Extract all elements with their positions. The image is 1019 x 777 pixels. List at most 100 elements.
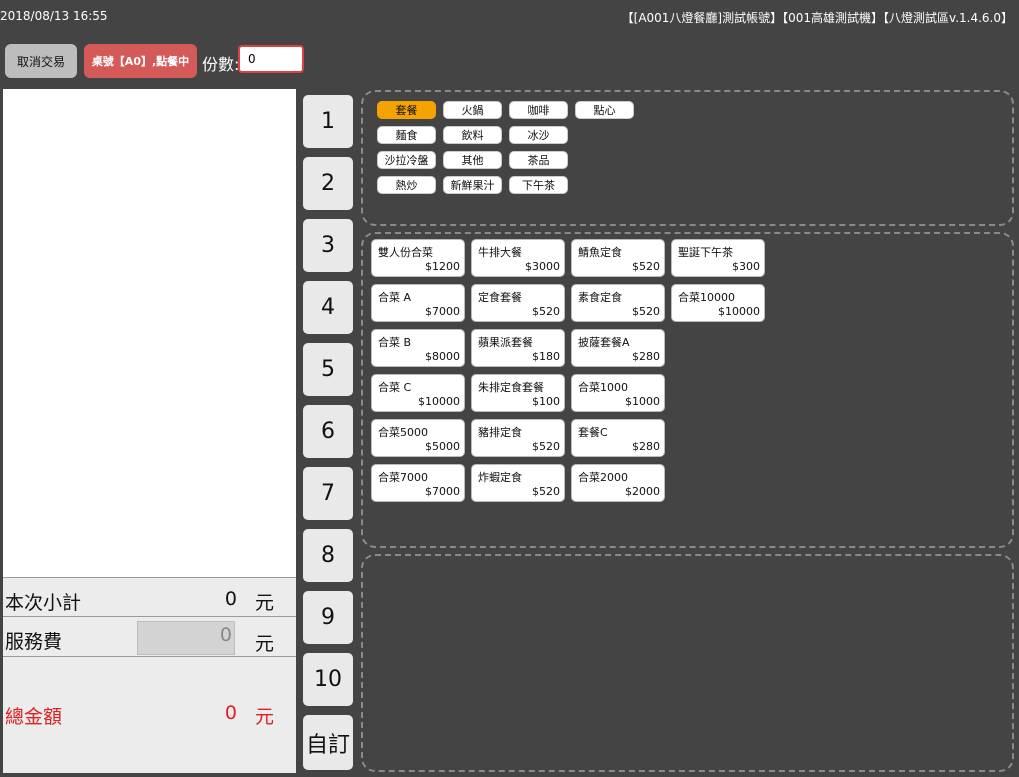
cancel-transaction-button[interactable]: 取消交易 — [5, 44, 77, 78]
menu-item-card[interactable]: 朱排定食套餐 $100 — [471, 374, 565, 412]
menu-item-card[interactable]: 合菜1000 $1000 — [571, 374, 665, 412]
service-fee-label: 服務費 — [5, 631, 63, 653]
menu-item-name: 朱排定食套餐 — [478, 381, 544, 394]
quantity-label: 份數: — [202, 55, 240, 74]
category-button-6[interactable]: 冰沙 — [509, 126, 568, 144]
menu-item-card[interactable]: 鯖魚定食 $520 — [571, 239, 665, 277]
number-button-3[interactable]: 3 — [303, 219, 353, 272]
menu-item-card[interactable]: 牛排大餐 $3000 — [471, 239, 565, 277]
menu-item-card[interactable]: 炸蝦定食 $520 — [471, 464, 565, 502]
menu-item-card[interactable]: 合菜 B $8000 — [371, 329, 465, 367]
category-button-9[interactable]: 茶品 — [509, 151, 568, 169]
total-value: 0 — [224, 702, 237, 724]
menu-item-price: $7000 — [425, 485, 460, 498]
menu-item-card[interactable]: 定食套餐 $520 — [471, 284, 565, 322]
menu-item-name: 雙人份合菜 — [378, 246, 433, 259]
table-status-button[interactable]: 桌號【A0】,點餐中 — [84, 44, 197, 78]
service-fee-input[interactable]: 0 — [137, 621, 235, 655]
category-button-12[interactable]: 下午茶 — [509, 176, 568, 194]
service-fee-unit: 元 — [255, 633, 275, 655]
category-button-8[interactable]: 其他 — [443, 151, 502, 169]
menu-item-name: 合菜5000 — [378, 426, 428, 439]
menu-item-price: $10000 — [418, 395, 460, 408]
menu-item-name: 合菜 B — [378, 336, 412, 349]
menu-item-card[interactable]: 套餐C $280 — [571, 419, 665, 457]
menu-item-price: $520 — [632, 260, 660, 273]
number-button-5[interactable]: 5 — [303, 343, 353, 396]
menu-item-card[interactable]: 合菜5000 $5000 — [371, 419, 465, 457]
menu-item-name: 蘋果派套餐 — [478, 336, 533, 349]
number-button-8[interactable]: 8 — [303, 529, 353, 582]
menu-item-name: 牛排大餐 — [478, 246, 522, 259]
menu-item-price: $1000 — [625, 395, 660, 408]
menu-item-name: 炸蝦定食 — [478, 471, 522, 484]
menu-item-price: $7000 — [425, 305, 460, 318]
menu-item-name: 合菜 C — [378, 381, 412, 394]
category-button-5[interactable]: 飲料 — [443, 126, 502, 144]
menu-item-name: 合菜 A — [378, 291, 412, 304]
category-button-10[interactable]: 熱炒 — [377, 176, 436, 194]
menu-item-price: $300 — [732, 260, 760, 273]
subtotal-unit: 元 — [255, 592, 275, 614]
number-button-4[interactable]: 4 — [303, 281, 353, 334]
menu-item-name: 披薩套餐A — [578, 336, 630, 349]
custom-number-button[interactable]: 自訂 — [303, 715, 353, 770]
category-button-4[interactable]: 麵食 — [377, 126, 436, 144]
menu-item-card[interactable]: 合菜 C $10000 — [371, 374, 465, 412]
menu-item-price: $520 — [532, 485, 560, 498]
menu-item-card[interactable]: 聖誕下午茶 $300 — [671, 239, 765, 277]
menu-item-price: $520 — [532, 440, 560, 453]
category-button-11[interactable]: 新鮮果汁 — [443, 176, 502, 194]
menu-item-price: $5000 — [425, 440, 460, 453]
menu-item-price: $520 — [532, 305, 560, 318]
total-unit: 元 — [255, 706, 275, 728]
category-button-7[interactable]: 沙拉冷盤 — [377, 151, 436, 169]
menu-item-name: 合菜1000 — [578, 381, 628, 394]
datetime: 2018/08/13 16:55 — [0, 9, 108, 23]
menu-item-price: $180 — [532, 350, 560, 363]
menu-item-price: $10000 — [718, 305, 760, 318]
category-button-1[interactable]: 火鍋 — [443, 101, 502, 119]
service-fee-row: 服務費 0 元 — [3, 616, 296, 656]
number-button-10[interactable]: 10 — [303, 653, 353, 706]
order-list[interactable] — [3, 89, 296, 577]
menu-item-card[interactable]: 合菜10000 $10000 — [671, 284, 765, 322]
menu-item-card[interactable]: 合菜7000 $7000 — [371, 464, 465, 502]
menu-item-name: 合菜7000 — [378, 471, 428, 484]
menu-item-name: 素食定食 — [578, 291, 622, 304]
category-button-0[interactable]: 套餐 — [377, 101, 436, 119]
menu-item-name: 定食套餐 — [478, 291, 522, 304]
menu-item-name: 鯖魚定食 — [578, 246, 622, 259]
menu-item-price: $1200 — [425, 260, 460, 273]
quantity-input[interactable] — [238, 45, 304, 73]
menu-item-card[interactable]: 素食定食 $520 — [571, 284, 665, 322]
number-button-7[interactable]: 7 — [303, 467, 353, 520]
menu-item-card[interactable]: 豬排定食 $520 — [471, 419, 565, 457]
menu-item-name: 套餐C — [578, 426, 608, 439]
menu-item-card[interactable]: 合菜 A $7000 — [371, 284, 465, 322]
service-fee-value: 0 — [219, 624, 232, 646]
menu-item-card[interactable]: 披薩套餐A $280 — [571, 329, 665, 367]
menu-item-card[interactable]: 蘋果派套餐 $180 — [471, 329, 565, 367]
menu-item-name: 聖誕下午茶 — [678, 246, 733, 259]
subtotal-label: 本次小計 — [5, 592, 82, 614]
menu-item-card[interactable]: 雙人份合菜 $1200 — [371, 239, 465, 277]
menu-item-price: $3000 — [525, 260, 560, 273]
category-button-2[interactable]: 咖啡 — [509, 101, 568, 119]
subtotal-value: 0 — [224, 588, 237, 610]
number-button-9[interactable]: 9 — [303, 591, 353, 644]
menu-item-name: 合菜10000 — [678, 291, 735, 304]
menu-item-price: $2000 — [625, 485, 660, 498]
menu-item-price: $280 — [632, 350, 660, 363]
number-button-6[interactable]: 6 — [303, 405, 353, 458]
menu-item-name: 合菜2000 — [578, 471, 628, 484]
total-label: 總金額 — [5, 706, 63, 728]
order-panel: 本次小計 0 元 服務費 0 元 總金額 0 元 — [3, 89, 296, 773]
category-button-3[interactable]: 點心 — [575, 101, 634, 119]
menu-item-price: $520 — [632, 305, 660, 318]
menu-item-name: 豬排定食 — [478, 426, 522, 439]
number-button-1[interactable]: 1 — [303, 95, 353, 148]
menu-item-price: $8000 — [425, 350, 460, 363]
menu-item-card[interactable]: 合菜2000 $2000 — [571, 464, 665, 502]
number-button-2[interactable]: 2 — [303, 157, 353, 210]
